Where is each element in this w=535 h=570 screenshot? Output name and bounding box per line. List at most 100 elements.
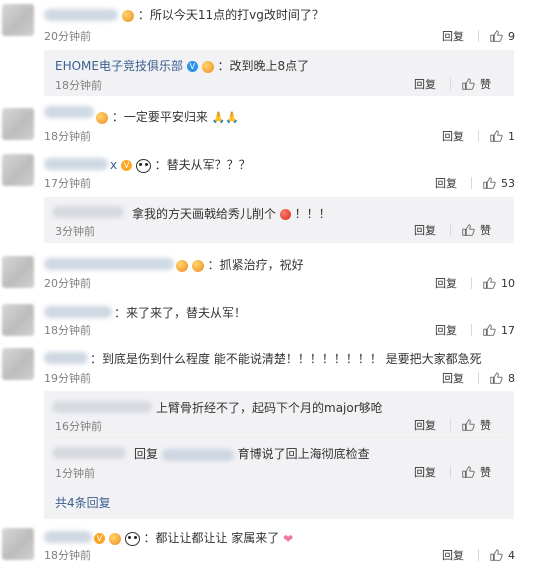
comment-time: 18分钟前	[44, 549, 91, 562]
reply-time: 3分钟前	[55, 225, 95, 238]
avatar[interactable]	[2, 4, 34, 36]
username-blurred[interactable]	[52, 401, 152, 413]
username-blurred[interactable]	[44, 531, 92, 543]
reply-button[interactable]: 回复	[442, 547, 464, 563]
avatar[interactable]	[2, 528, 34, 560]
avatar[interactable]	[2, 108, 34, 140]
separator	[471, 324, 472, 336]
divider	[52, 437, 506, 438]
like-label: 赞	[480, 466, 491, 479]
mention-blurred[interactable]	[161, 448, 234, 461]
reply-text: EHOME电子竞技俱乐部 V ：改到晚上8点了	[55, 59, 310, 73]
thumbs-up-icon	[490, 30, 503, 42]
badge-icon	[108, 532, 121, 545]
like-button[interactable]: 8	[489, 371, 515, 385]
comment-item: ：到底是伤到什么程度 能不能说清楚！！！！！！！！ 是要把大家都急死 19分钟前…	[0, 344, 535, 390]
reply-button[interactable]: 回复	[414, 222, 436, 238]
thumbs-up-icon	[462, 419, 475, 431]
comment-time: 18分钟前	[44, 324, 91, 337]
panda-emoji-icon	[124, 531, 140, 546]
avatar[interactable]	[2, 348, 34, 380]
reply-actions: 回复 赞	[414, 222, 491, 238]
comment-actions: 回复 9	[442, 28, 515, 44]
badge-icon	[96, 111, 108, 124]
reply-button[interactable]: 回复	[442, 370, 464, 386]
like-button[interactable]: 1	[489, 129, 515, 143]
reply-time: 1分钟前	[55, 467, 95, 480]
avatar[interactable]	[2, 154, 34, 186]
reply-button[interactable]: 回复	[414, 417, 436, 433]
thumbs-up-icon	[483, 177, 496, 189]
reply-actions: 回复 赞	[414, 417, 491, 433]
thumbs-up-icon	[462, 224, 475, 236]
more-replies-link[interactable]: 共4条回复	[55, 494, 111, 511]
thumbs-up-icon	[462, 78, 475, 90]
badge-icon	[201, 60, 214, 73]
reply-button[interactable]: 回复	[435, 175, 457, 191]
apple-emoji-icon	[279, 209, 291, 220]
username-blurred[interactable]	[52, 206, 124, 218]
like-button[interactable]: 10	[482, 276, 515, 290]
like-button[interactable]: 赞	[461, 76, 491, 92]
like-button[interactable]: 17	[482, 323, 515, 337]
like-count: 10	[501, 276, 515, 290]
reply-username[interactable]: EHOME电子竞技俱乐部	[55, 59, 183, 73]
reply-button[interactable]: 回复	[414, 464, 436, 480]
like-button[interactable]: 4	[489, 548, 515, 562]
comment-item: x V ：替夫从军？？？ 17分钟前 回复 53	[0, 150, 535, 196]
panda-emoji-icon	[135, 158, 151, 173]
thumbs-up-icon	[490, 549, 503, 561]
username-blurred[interactable]	[44, 258, 174, 270]
reply-button[interactable]: 回复	[414, 76, 436, 92]
avatar[interactable]	[2, 256, 34, 288]
username-blurred[interactable]	[44, 9, 118, 21]
comment-text: ：所以今天11点的打vg改时间了？	[122, 6, 324, 23]
comment-actions: 回复 4	[442, 547, 515, 563]
verified-badge-icon: V	[186, 61, 198, 72]
username-blurred[interactable]	[44, 158, 108, 170]
separator	[450, 224, 451, 236]
comment-text: V ：都让让都让让 家属来了 ❤	[94, 529, 293, 546]
replies-box: 上臂骨折经不了，起码下个月的major够呛 16分钟前 回复 赞 回复 育博说了…	[44, 391, 514, 519]
like-button[interactable]: 赞	[461, 222, 491, 238]
comment-text: ：抓紧治疗，祝好	[176, 256, 304, 273]
separator	[471, 277, 472, 289]
like-count: 8	[508, 371, 515, 385]
comment-item: ：来了来了，替夫从军！ 18分钟前 回复 17	[0, 298, 535, 344]
avatar[interactable]	[2, 304, 34, 336]
comment-text: ：一定要平安归来 🙏🙏	[96, 108, 239, 125]
reply-text: 拿我的方天画戟给秀儿削个 ！！！	[132, 207, 331, 221]
like-button[interactable]: 赞	[461, 464, 491, 480]
thumbs-up-icon	[490, 130, 503, 142]
like-count: 53	[501, 176, 515, 190]
username-tail[interactable]: x	[110, 158, 117, 172]
separator	[478, 372, 479, 384]
username-blurred[interactable]	[44, 106, 94, 118]
like-button[interactable]: 9	[489, 29, 515, 43]
reply-actions: 回复 赞	[414, 76, 491, 92]
like-button[interactable]: 53	[482, 176, 515, 190]
separator	[471, 177, 472, 189]
reply-button[interactable]: 回复	[442, 28, 464, 44]
username-blurred[interactable]	[52, 447, 126, 459]
reply-button[interactable]: 回复	[442, 128, 464, 144]
comment-time: 18分钟前	[44, 130, 91, 143]
username-blurred[interactable]	[44, 352, 88, 364]
comment-text: ：来了来了，替夫从军！	[114, 306, 247, 320]
reply-button[interactable]: 回复	[435, 322, 457, 338]
separator	[450, 466, 451, 478]
like-count: 1	[508, 129, 515, 143]
comment-item: ：所以今天11点的打vg改时间了？ 20分钟前 回复 9	[0, 0, 535, 50]
reply-item: 拿我的方天画戟给秀儿削个 ！！！ 3分钟前 回复 赞	[44, 197, 514, 243]
reply-button[interactable]: 回复	[435, 275, 457, 291]
reply-item: 回复 育博说了回上海彻底检查 1分钟前 回复 赞	[44, 439, 514, 485]
like-button[interactable]: 赞	[461, 417, 491, 433]
comment-time: 20分钟前	[44, 30, 91, 43]
reply-text: 回复 育博说了回上海彻底检查	[134, 447, 370, 461]
comment-actions: 回复 1	[442, 128, 515, 144]
comment-actions: 回复 17	[435, 322, 515, 338]
separator	[450, 419, 451, 431]
comment-text: x V ：替夫从军？？？	[110, 158, 251, 173]
thumbs-up-icon	[483, 324, 496, 336]
username-blurred[interactable]	[44, 306, 112, 318]
